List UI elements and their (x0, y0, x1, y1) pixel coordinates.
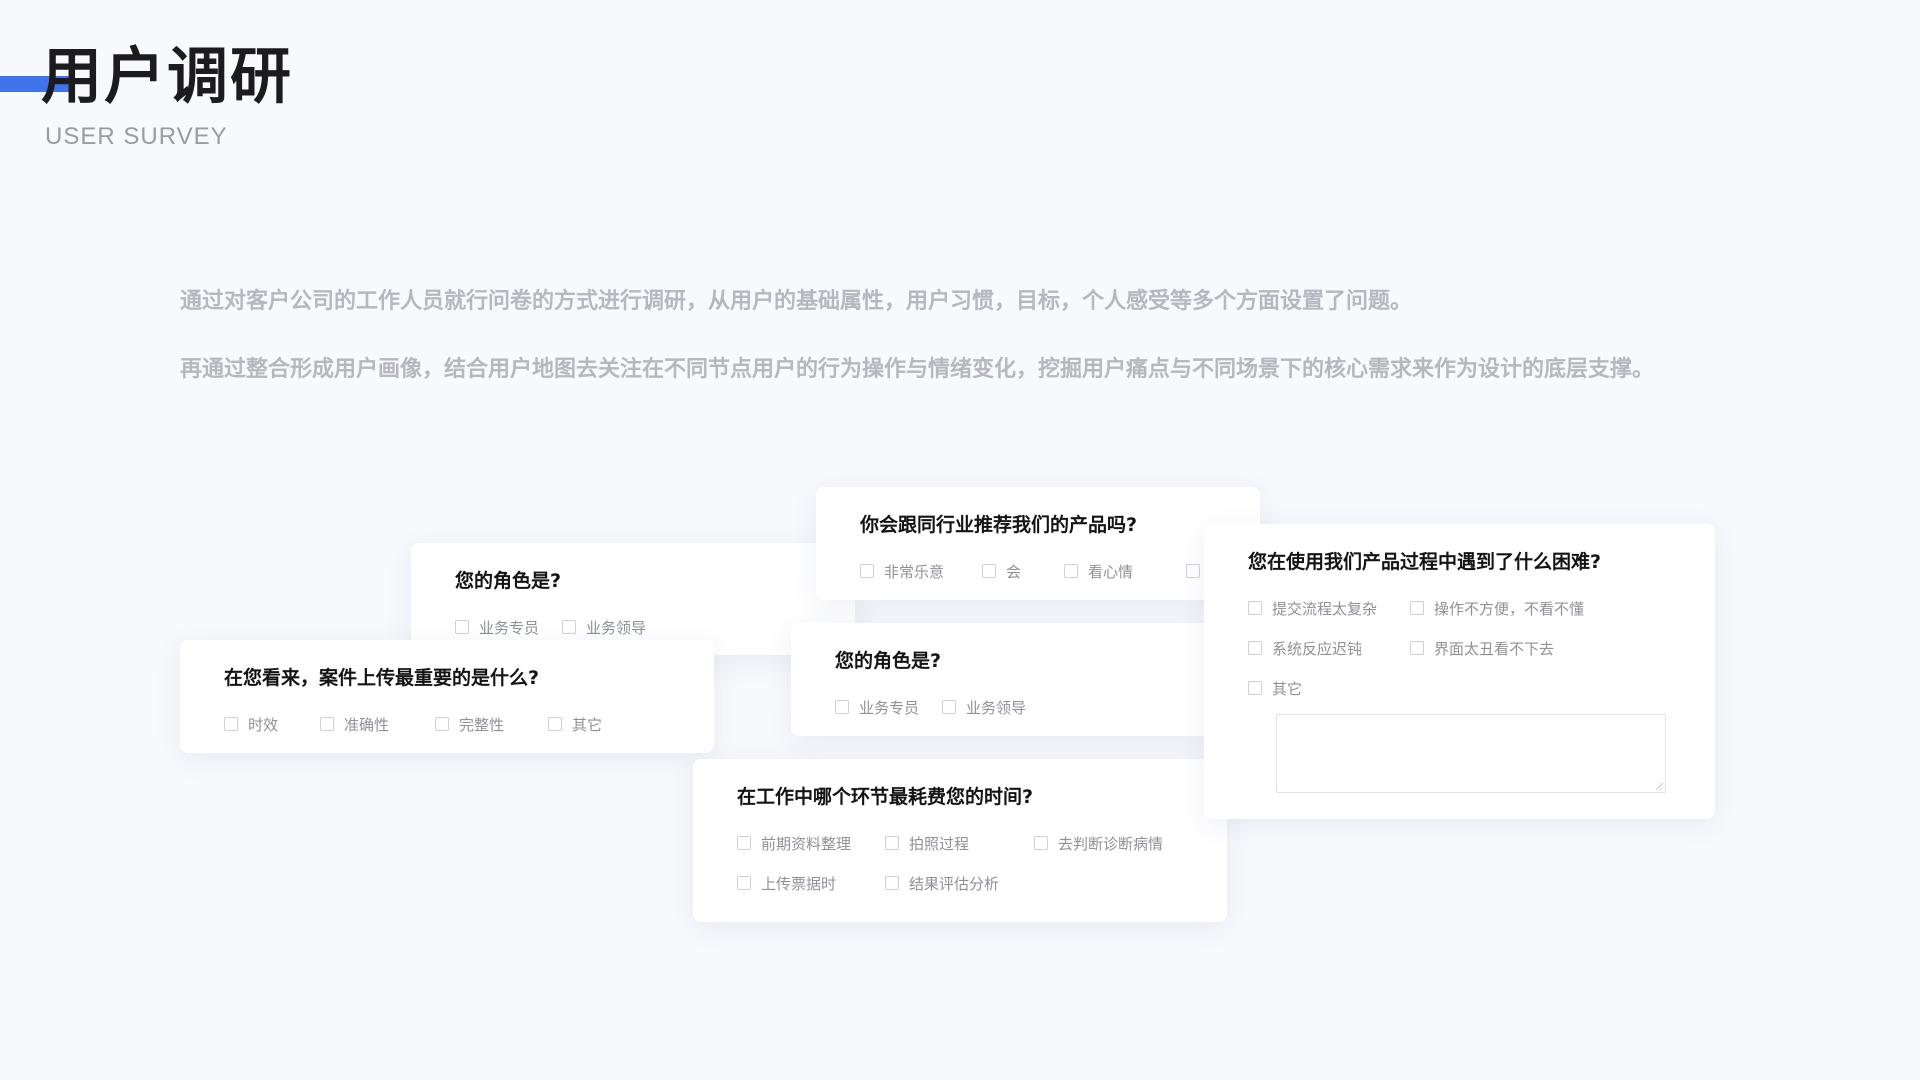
option-item[interactable]: 看心情 (1064, 559, 1186, 583)
option-label[interactable]: 完整性 (459, 714, 504, 735)
card-question: 在您看来，案件上传最重要的是什么? (224, 667, 540, 689)
option-label[interactable]: 其它 (572, 714, 602, 735)
option-item[interactable]: 会 (982, 559, 1064, 583)
survey-card-recommend: 你会跟同行业推荐我们的产品吗? 非常乐意 会 看心情 不会 (816, 487, 1260, 600)
option-group: 业务专员 业务领导 (835, 695, 1171, 719)
option-label[interactable]: 业务专员 (479, 617, 539, 638)
option-item[interactable]: 业务领导 (562, 615, 722, 639)
answer-textarea[interactable] (1276, 714, 1666, 793)
option-item[interactable]: 结果评估分析 (885, 871, 1034, 895)
option-label[interactable]: 看心情 (1088, 561, 1133, 582)
checkbox[interactable] (435, 717, 449, 731)
option-item[interactable]: 准确性 (320, 712, 435, 736)
option-item[interactable]: 操作不方便，不看不懂 (1410, 596, 1610, 620)
card-question: 在工作中哪个环节最耗费您的时间? (737, 786, 1034, 808)
checkbox[interactable] (1410, 601, 1424, 615)
option-label[interactable]: 非常乐意 (884, 561, 944, 582)
option-label[interactable]: 会 (1006, 561, 1021, 582)
option-label[interactable]: 前期资料整理 (761, 833, 851, 854)
survey-card-time: 在工作中哪个环节最耗费您的时间? 前期资料整理 拍照过程 去判断诊断病情 上传票… (693, 759, 1227, 922)
survey-card-role-front: 您的角色是? 业务专员 业务领导 (791, 623, 1215, 736)
checkbox[interactable] (835, 700, 849, 714)
survey-card-role-back: 您的角色是? 业务专员 业务领导 (411, 543, 855, 655)
option-item[interactable]: 业务专员 (455, 615, 562, 639)
option-item[interactable]: 拍照过程 (885, 831, 1034, 855)
option-label[interactable]: 业务领导 (966, 697, 1026, 718)
checkbox[interactable] (1064, 564, 1078, 578)
checkbox[interactable] (942, 700, 956, 714)
checkbox[interactable] (982, 564, 996, 578)
intro-paragraph-1: 通过对客户公司的工作人员就行问卷的方式进行调研，从用户的基础属性，用户习惯，目标… (180, 289, 1413, 314)
option-label[interactable]: 提交流程太复杂 (1272, 598, 1377, 619)
checkbox[interactable] (1248, 601, 1262, 615)
checkbox[interactable] (885, 876, 899, 890)
checkbox[interactable] (1410, 641, 1424, 655)
checkbox[interactable] (1186, 564, 1200, 578)
option-label[interactable]: 去判断诊断病情 (1058, 833, 1163, 854)
checkbox[interactable] (1248, 641, 1262, 655)
page-title: 用户调研 (41, 41, 294, 112)
option-label[interactable]: 结果评估分析 (909, 873, 999, 894)
option-label[interactable]: 操作不方便，不看不懂 (1434, 598, 1584, 619)
option-item[interactable]: 业务专员 (835, 695, 942, 719)
option-item[interactable]: 去判断诊断病情 (1034, 831, 1184, 855)
resize-grip-icon[interactable] (1656, 783, 1663, 790)
checkbox[interactable] (1248, 681, 1262, 695)
checkbox[interactable] (737, 836, 751, 850)
option-item[interactable]: 其它 (1248, 676, 1410, 700)
option-item[interactable]: 非常乐意 (860, 559, 982, 583)
option-label[interactable]: 业务专员 (859, 697, 919, 718)
option-group: 前期资料整理 拍照过程 去判断诊断病情 上传票据时 结果评估分析 (737, 831, 1183, 895)
card-question: 您的角色是? (455, 570, 562, 592)
checkbox[interactable] (224, 717, 238, 731)
intro-paragraph-2: 再通过整合形成用户画像，结合用户地图去关注在不同节点用户的行为操作与情绪变化，挖… (180, 357, 1655, 382)
survey-card-difficulty: 您在使用我们产品过程中遇到了什么困难? 提交流程太复杂 操作不方便，不看不懂 系… (1204, 524, 1715, 819)
option-label[interactable]: 业务领导 (586, 617, 646, 638)
checkbox[interactable] (548, 717, 562, 731)
option-label[interactable]: 拍照过程 (909, 833, 969, 854)
checkbox[interactable] (885, 836, 899, 850)
option-group: 业务专员 业务领导 (455, 615, 811, 639)
checkbox[interactable] (860, 564, 874, 578)
option-group: 提交流程太复杂 操作不方便，不看不懂 系统反应迟钝 界面太丑看不下去 其它 (1248, 596, 1671, 700)
checkbox[interactable] (562, 620, 576, 634)
checkbox[interactable] (737, 876, 751, 890)
option-label[interactable]: 准确性 (344, 714, 389, 735)
checkbox[interactable] (1034, 836, 1048, 850)
checkbox[interactable] (455, 620, 469, 634)
option-item[interactable]: 完整性 (435, 712, 548, 736)
option-item[interactable]: 时效 (224, 712, 320, 736)
option-item[interactable]: 界面太丑看不下去 (1410, 636, 1610, 660)
option-item[interactable]: 提交流程太复杂 (1248, 596, 1410, 620)
option-group: 时效 准确性 完整性 其它 (224, 712, 670, 736)
checkbox[interactable] (320, 717, 334, 731)
option-item[interactable]: 前期资料整理 (737, 831, 885, 855)
card-question: 您在使用我们产品过程中遇到了什么困难? (1248, 551, 1602, 573)
page-subtitle: USER SURVEY (45, 123, 228, 150)
option-label[interactable]: 界面太丑看不下去 (1434, 638, 1554, 659)
option-label[interactable]: 时效 (248, 714, 278, 735)
option-label[interactable]: 其它 (1272, 678, 1302, 699)
option-group: 非常乐意 会 看心情 不会 (860, 559, 1240, 583)
option-item[interactable]: 系统反应迟钝 (1248, 636, 1410, 660)
card-question: 您的角色是? (835, 650, 942, 672)
option-item[interactable]: 业务领导 (942, 695, 1102, 719)
option-item[interactable]: 其它 (548, 712, 628, 736)
option-label[interactable]: 上传票据时 (761, 873, 836, 894)
survey-card-upload: 在您看来，案件上传最重要的是什么? 时效 准确性 完整性 其它 (180, 640, 714, 753)
card-question: 你会跟同行业推荐我们的产品吗? (860, 514, 1138, 536)
option-label[interactable]: 系统反应迟钝 (1272, 638, 1362, 659)
option-item[interactable]: 上传票据时 (737, 871, 885, 895)
